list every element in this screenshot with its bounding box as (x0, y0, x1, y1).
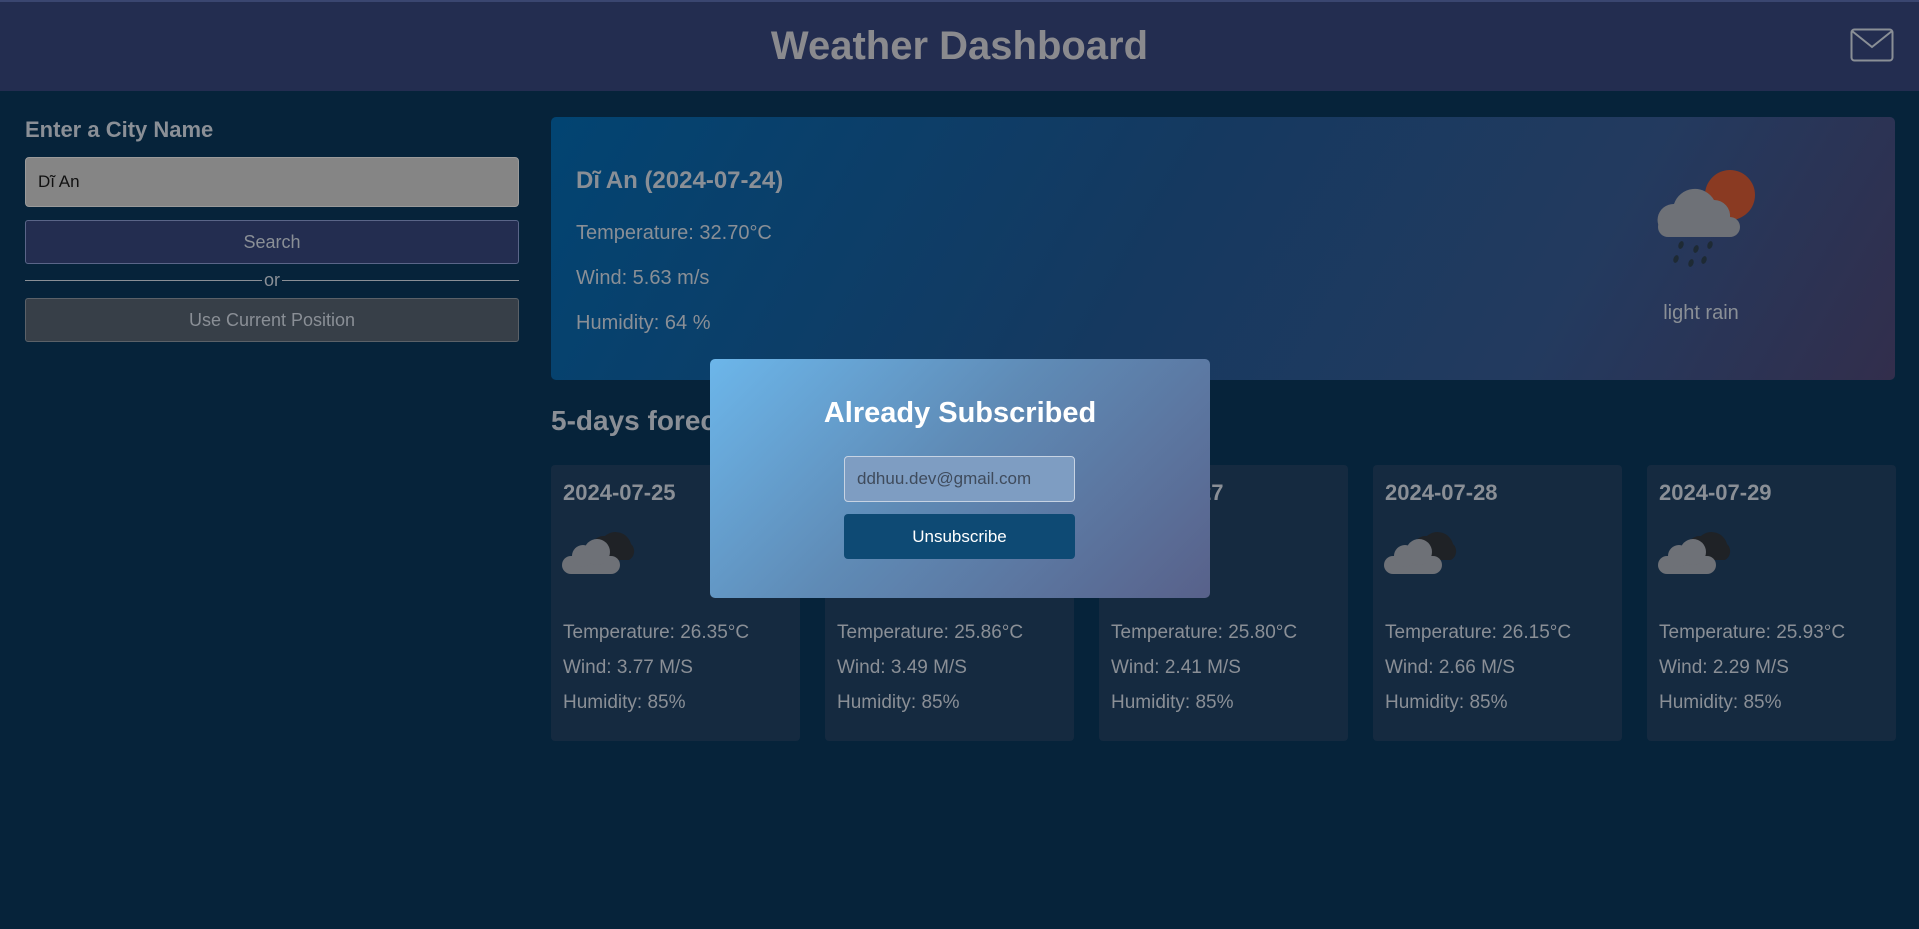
forecast-humidity: Humidity: 85% (563, 692, 686, 713)
light-rain-icon (1657, 170, 1755, 267)
use-current-position-button[interactable]: Use Current Position (25, 298, 519, 342)
search-button[interactable]: Search (25, 220, 519, 264)
or-divider: or (25, 268, 519, 292)
current-city-date: Dĩ An (2024-07-24) (576, 167, 784, 194)
forecast-wind: Wind: 2.66 M/S (1385, 657, 1515, 678)
current-weather-card: Dĩ An (2024-07-24) Temperature: 32.70°C … (551, 117, 1895, 380)
page-title: Weather Dashboard (770, 24, 1149, 68)
city-label: Enter a City Name (25, 117, 214, 142)
modal-title: Already Subscribed (823, 397, 1097, 429)
forecast-wind: Wind: 3.77 M/S (563, 657, 693, 678)
forecast-wind: Wind: 2.41 M/S (1111, 657, 1241, 678)
forecast-humidity: Humidity: 85% (1111, 692, 1234, 713)
subscribed-email-field[interactable] (844, 456, 1075, 502)
overcast-clouds-icon (1384, 532, 1457, 574)
forecast-humidity: Humidity: 85% (837, 692, 960, 713)
forecast-temperature: Temperature: 25.80°C (1111, 622, 1298, 643)
forecast-humidity: Humidity: 85% (1385, 692, 1508, 713)
forecast-humidity: Humidity: 85% (1659, 692, 1782, 713)
forecast-date: 2024-07-28 (1385, 480, 1498, 505)
overcast-clouds-icon (562, 532, 635, 574)
current-temperature: Temperature: 32.70°C (576, 222, 772, 244)
unsubscribe-button[interactable]: Unsubscribe (844, 514, 1075, 559)
forecast-date: 2024-07-25 (563, 480, 676, 505)
city-input[interactable] (25, 157, 519, 207)
forecast-temperature: Temperature: 26.35°C (563, 622, 750, 643)
forecast-temperature: Temperature: 25.93°C (1659, 622, 1846, 643)
current-wind: Wind: 5.63 m/s (576, 267, 710, 289)
overcast-clouds-icon (1658, 532, 1731, 574)
header: Weather Dashboard (0, 0, 1919, 91)
forecast-temperature: Temperature: 26.15°C (1385, 622, 1572, 643)
forecast-temperature: Temperature: 25.86°C (837, 622, 1024, 643)
sidebar: Enter a City Name Search or Use Current … (25, 117, 519, 342)
current-humidity: Humidity: 64 % (576, 312, 711, 334)
forecast-date: 2024-07-29 (1659, 480, 1772, 505)
subscription-modal: Already Subscribed Unsubscribe (710, 359, 1210, 598)
forecast-card: 2024-07-28 Temperature: 26.15°C Wind: 2.… (1373, 465, 1622, 741)
forecast-wind: Wind: 3.49 M/S (837, 657, 967, 678)
forecast-card: 2024-07-29 Temperature: 25.93°C Wind: 2.… (1647, 465, 1896, 741)
weather-description: light rain (1663, 302, 1739, 324)
forecast-wind: Wind: 2.29 M/S (1659, 657, 1789, 678)
envelope-icon[interactable] (1850, 28, 1894, 62)
or-text: or (261, 270, 282, 290)
